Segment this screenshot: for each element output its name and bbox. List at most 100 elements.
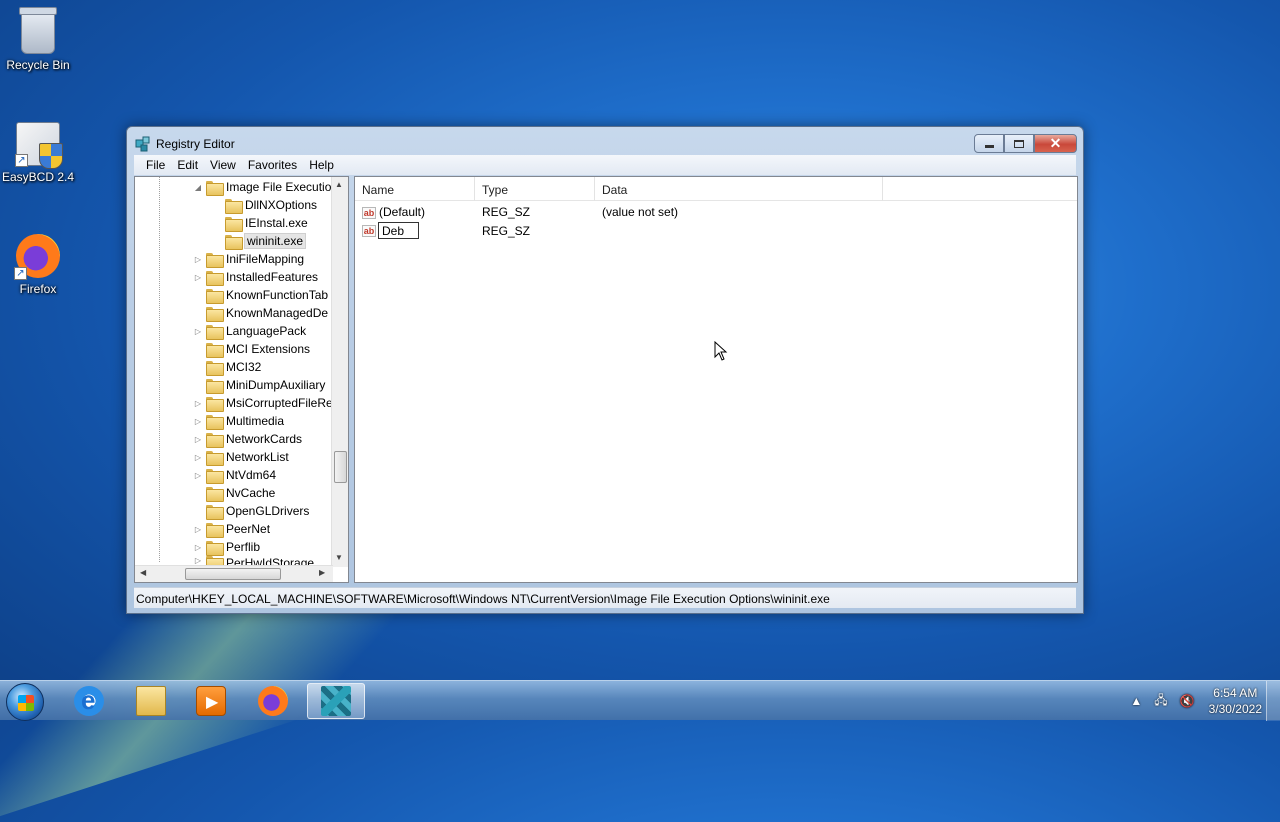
volume-muted-icon[interactable]: 🔇: [1180, 694, 1195, 708]
start-button[interactable]: [6, 683, 44, 721]
tree-item-perflib[interactable]: ▷ Perflib: [193, 538, 260, 556]
menu-edit[interactable]: Edit: [171, 158, 204, 172]
taskbar-internet-explorer[interactable]: [60, 683, 118, 719]
tree-item-peernet[interactable]: ▷ PeerNet: [193, 520, 270, 538]
internet-explorer-icon: [74, 685, 104, 716]
column-header-name[interactable]: Name: [355, 177, 475, 201]
desktop-icon-firefox[interactable]: ↗ Firefox: [0, 234, 76, 296]
horizontal-scroll-thumb[interactable]: [185, 568, 281, 580]
collapsed-arrow-icon[interactable]: ▷: [193, 255, 203, 264]
tree-item-mci-extensions[interactable]: MCI Extensions: [193, 340, 310, 358]
value-row[interactable]: ab (Default) REG_SZ (value not set): [355, 202, 883, 221]
taskbar-windows-explorer[interactable]: [122, 683, 180, 719]
registry-values-pane[interactable]: Name Type Data ab (Default) REG_SZ (value…: [354, 176, 1078, 583]
folder-icon: [225, 216, 243, 232]
tree-item-wininit[interactable]: wininit.exe: [225, 232, 307, 250]
collapsed-arrow-icon[interactable]: ▷: [193, 435, 203, 444]
show-hidden-icons-arrow-icon[interactable]: ▲: [1130, 694, 1142, 708]
tree-item-multimedia[interactable]: ▷ Multimedia: [193, 412, 284, 430]
value-name: (Default): [379, 204, 426, 219]
collapsed-arrow-icon[interactable]: ▷: [193, 327, 203, 336]
tree-item-networkcards[interactable]: ▷ NetworkCards: [193, 430, 302, 448]
minimize-button[interactable]: [974, 134, 1004, 153]
vertical-scroll-thumb[interactable]: [334, 451, 347, 483]
rename-value-input[interactable]: [378, 222, 419, 239]
tree-item-label: IniFileMapping: [226, 252, 305, 266]
menu-help[interactable]: Help: [303, 158, 340, 172]
easybcd-icon: ↗: [15, 122, 63, 169]
close-button[interactable]: ✕: [1034, 134, 1077, 153]
firefox-icon: ↗: [14, 234, 60, 280]
collapsed-arrow-icon[interactable]: ▷: [193, 471, 203, 480]
menu-file[interactable]: File: [140, 158, 171, 172]
scroll-right-arrow-icon[interactable]: ▶: [319, 568, 325, 577]
expanded-arrow-icon[interactable]: ◢: [193, 183, 203, 192]
tree-item-inifilemapping[interactable]: ▷ IniFileMapping: [193, 250, 304, 268]
maximize-button[interactable]: [1004, 134, 1034, 153]
collapsed-arrow-icon[interactable]: ▷: [193, 556, 203, 565]
media-player-icon: [196, 686, 226, 716]
tree-item-label: MCI32: [226, 360, 262, 374]
clock[interactable]: 6:54 AM 3/30/2022: [1209, 685, 1262, 717]
folder-icon: [206, 450, 224, 466]
tree-item-ieinstal[interactable]: IEInstal.exe: [225, 214, 308, 232]
collapsed-arrow-icon[interactable]: ▷: [193, 399, 203, 408]
collapsed-arrow-icon[interactable]: ▷: [193, 525, 203, 534]
collapsed-arrow-icon[interactable]: ▷: [193, 273, 203, 282]
taskbar-registry-editor[interactable]: [307, 683, 365, 719]
folder-icon: [225, 234, 243, 250]
tree-item-image-file-execution-options[interactable]: ◢ Image File Executio: [193, 178, 331, 196]
tree-item-opengldrivers[interactable]: OpenGLDrivers: [193, 502, 309, 520]
collapsed-arrow-icon[interactable]: ▷: [193, 417, 203, 426]
desktop-icon-easybcd[interactable]: ↗ EasyBCD 2.4: [0, 122, 76, 184]
shortcut-arrow-icon: ↗: [15, 154, 28, 167]
tree-item-minidumpauxiliary[interactable]: MiniDumpAuxiliary: [193, 376, 325, 394]
tree-item-knownfunctiontable[interactable]: KnownFunctionTab: [193, 286, 328, 304]
column-header-data[interactable]: Data: [595, 177, 883, 201]
folder-icon: [206, 486, 224, 502]
tree-item-label: Perflib: [226, 540, 261, 554]
tree-item-label: Image File Executio: [226, 180, 332, 194]
show-desktop-button[interactable]: [1266, 681, 1280, 721]
tree-item-mci32[interactable]: MCI32: [193, 358, 261, 376]
status-bar-path: Computer\HKEY_LOCAL_MACHINE\SOFTWARE\Mic…: [134, 587, 1076, 608]
tree-item-dllnxoptions[interactable]: DllNXOptions: [225, 196, 317, 214]
folder-icon: [206, 360, 224, 376]
value-row-editing[interactable]: ab REG_SZ: [355, 221, 883, 240]
tree-vertical-scrollbar[interactable]: ▲ ▼: [331, 177, 348, 567]
taskbar-media-player[interactable]: [182, 683, 240, 719]
collapsed-arrow-icon[interactable]: ▷: [193, 543, 203, 552]
network-icon[interactable]: 🖧: [1154, 691, 1167, 712]
tree-item-label: NvCache: [226, 486, 276, 500]
taskbar-firefox[interactable]: [244, 683, 302, 719]
tree-horizontal-scrollbar[interactable]: ◀ ▶: [135, 565, 333, 582]
recycle-bin-icon: [19, 7, 57, 54]
menu-favorites[interactable]: Favorites: [242, 158, 303, 172]
desktop-icon-label: Recycle Bin: [6, 58, 70, 72]
scroll-down-arrow-icon[interactable]: ▼: [335, 553, 343, 562]
folder-icon: [206, 270, 224, 286]
tree-item-nvcache[interactable]: NvCache: [193, 484, 275, 502]
tree-item-label: wininit.exe: [243, 233, 307, 249]
menu-view[interactable]: View: [204, 158, 242, 172]
scroll-up-arrow-icon[interactable]: ▲: [335, 180, 343, 189]
tree-item-knownmanageddebugging[interactable]: KnownManagedDe: [193, 304, 328, 322]
tree-item-installedfeatures[interactable]: ▷ InstalledFeatures: [193, 268, 318, 286]
folder-icon: [206, 504, 224, 520]
column-header-type[interactable]: Type: [475, 177, 595, 201]
tree-item-label: NetworkCards: [226, 432, 303, 446]
tree-item-msicorruptedfilerecovery[interactable]: ▷ MsiCorruptedFileRe: [193, 394, 333, 412]
collapsed-arrow-icon[interactable]: ▷: [193, 453, 203, 462]
tree-item-label: NtVdm64: [226, 468, 277, 482]
registry-tree-pane[interactable]: ◢ Image File Executio DllNXOptions IEInst…: [134, 176, 349, 583]
tree-item-label: KnownFunctionTab: [226, 288, 329, 302]
tree-item-label: MsiCorruptedFileRe: [226, 396, 333, 410]
tree-item-languagepack[interactable]: ▷ LanguagePack: [193, 322, 306, 340]
desktop-icon-label: Firefox: [19, 282, 57, 296]
tree-item-ntvdm64[interactable]: ▷ NtVdm64: [193, 466, 276, 484]
maximize-icon: [1014, 139, 1024, 148]
tree-item-label: InstalledFeatures: [226, 270, 319, 284]
scroll-left-arrow-icon[interactable]: ◀: [140, 568, 146, 577]
tree-item-networklist[interactable]: ▷ NetworkList: [193, 448, 289, 466]
desktop-icon-recycle-bin[interactable]: Recycle Bin: [0, 7, 76, 72]
